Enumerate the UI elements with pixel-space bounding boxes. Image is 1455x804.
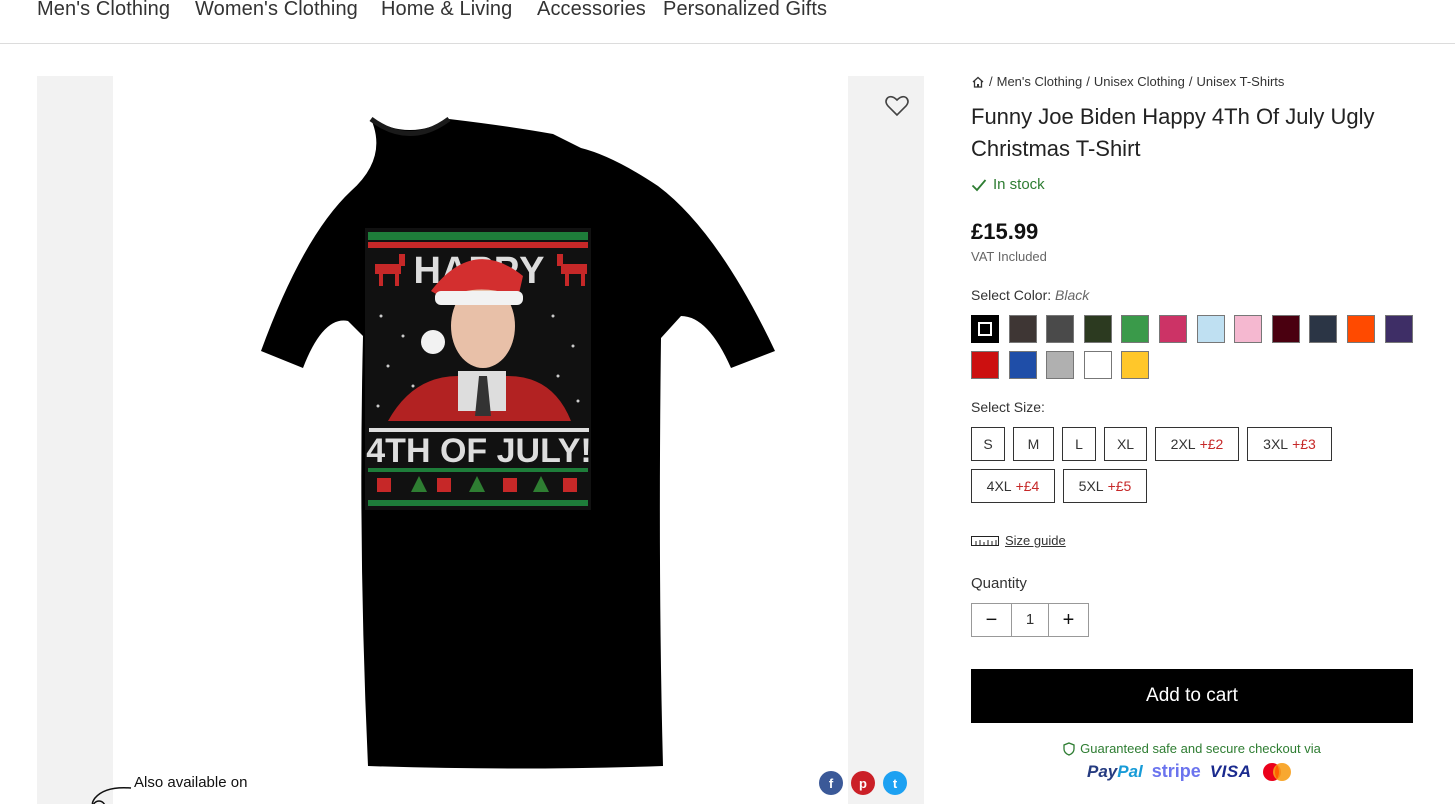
size-button-label: 5XL (1078, 478, 1104, 494)
curved-arrow-icon (91, 786, 132, 804)
color-label-text: Select Color: (971, 287, 1052, 303)
size-surcharge: +£2 (1199, 436, 1224, 452)
size-button-5xl[interactable]: 5XL +£5 (1063, 469, 1147, 503)
color-swatch[interactable] (971, 351, 999, 379)
payment-logos: PayPal stripe VISA (1087, 761, 1293, 782)
color-label: Select Color: Black (971, 287, 1089, 303)
plus-icon[interactable]: + (1049, 604, 1088, 636)
top-navigation: Men's Clothing Women's Clothing Home & L… (0, 0, 1455, 44)
color-swatch[interactable] (1271, 315, 1300, 343)
size-surcharge: +£3 (1292, 436, 1316, 452)
size-button-label: 2XL (1170, 436, 1196, 452)
print-july-text: 4TH OF JULY! (366, 432, 591, 470)
size-button-m[interactable]: M (1013, 427, 1054, 461)
color-swatch[interactable] (1121, 315, 1150, 343)
color-swatch[interactable] (1159, 315, 1187, 343)
color-swatch[interactable] (1347, 315, 1375, 343)
size-button-label: 3XL (1263, 436, 1289, 452)
product-image[interactable]: HAPPY 4TH OF JULY! (113, 76, 848, 804)
stock-status: In stock (971, 176, 1045, 193)
size-button-xl[interactable]: XL (1104, 427, 1147, 461)
color-swatch[interactable] (1121, 351, 1150, 379)
size-surcharge: +£4 (1015, 478, 1040, 494)
size-guide-link[interactable]: Size guide (971, 533, 1066, 548)
paypal-logo: PayPal (1087, 761, 1143, 781)
size-button-label: M (1027, 436, 1040, 452)
color-swatch[interactable] (1196, 315, 1225, 343)
shield-icon (1063, 741, 1075, 756)
twitter-icon[interactable]: t (883, 771, 907, 795)
home-icon[interactable] (971, 75, 985, 89)
color-swatch[interactable] (971, 315, 999, 343)
product-gallery: HAPPY 4TH OF JULY! (37, 76, 924, 804)
quantity-stepper: − + (971, 603, 1089, 637)
size-label: Select Size: (971, 399, 1045, 415)
color-swatch[interactable] (1046, 315, 1075, 343)
nav-personalized-gifts[interactable]: Personalized Gifts (663, 0, 827, 21)
color-swatch[interactable] (1046, 351, 1075, 379)
size-button-s[interactable]: S (971, 427, 1005, 461)
quantity-input[interactable] (1011, 604, 1049, 636)
mastercard-logo (1262, 762, 1291, 781)
facebook-icon[interactable]: f (819, 771, 843, 795)
size-button-label: S (983, 436, 993, 452)
tshirt-illustration: HAPPY 4TH OF JULY! (261, 116, 775, 769)
size-button-label: 4XL (986, 478, 1012, 494)
breadcrumb-link-mens-clothing[interactable]: Men's Clothing (997, 74, 1083, 89)
nav-accessories[interactable]: Accessories (537, 0, 646, 21)
size-guide-text[interactable]: Size guide (1005, 533, 1066, 548)
check-icon (971, 178, 987, 191)
product-price: £15.99 (971, 219, 1039, 244)
stock-text: In stock (993, 176, 1045, 193)
also-available-text: Also available on (134, 774, 248, 791)
secure-checkout-note: Guaranteed safe and secure checkout via (971, 741, 1413, 756)
nav-mens-clothing[interactable]: Men's Clothing (37, 0, 170, 21)
minus-icon[interactable]: − (972, 604, 1011, 636)
breadcrumb: / Men's Clothing / Unisex Clothing / Uni… (971, 74, 1284, 89)
color-swatch[interactable] (1008, 315, 1037, 343)
color-swatch[interactable] (1083, 315, 1112, 343)
breadcrumb-link-unisex-clothing[interactable]: Unisex Clothing (1094, 74, 1185, 89)
secure-checkout-text: Guaranteed safe and secure checkout via (1080, 741, 1321, 756)
add-to-cart-button[interactable]: Add to cart (971, 669, 1413, 723)
color-swatch[interactable] (1309, 315, 1338, 343)
size-button-l[interactable]: L (1062, 427, 1096, 461)
breadcrumb-link-unisex-tshirts[interactable]: Unisex T-Shirts (1197, 74, 1285, 89)
selected-color-name: Black (1055, 287, 1090, 303)
product-title: Funny Joe Biden Happy 4Th Of July Ugly C… (971, 104, 1375, 161)
size-button-4xl[interactable]: 4XL +£4 (971, 469, 1055, 503)
pinterest-icon[interactable]: p (851, 771, 875, 795)
size-button-2xl[interactable]: 2XL +£2 (1155, 427, 1239, 461)
quantity-label: Quantity (971, 575, 1027, 592)
nav-home-living[interactable]: Home & Living (381, 0, 512, 21)
ruler-icon (971, 535, 999, 546)
color-swatch[interactable] (1008, 351, 1037, 379)
stripe-logo: stripe (1151, 761, 1201, 781)
heart-icon[interactable] (885, 95, 909, 117)
size-button-label: XL (1116, 436, 1135, 452)
color-swatch[interactable] (1384, 315, 1413, 343)
nav-womens-clothing[interactable]: Women's Clothing (195, 0, 358, 21)
size-button-label: L (1075, 436, 1083, 452)
vat-note: VAT Included (971, 249, 1047, 264)
visa-logo: VISA (1209, 761, 1252, 781)
size-surcharge: +£5 (1107, 478, 1132, 494)
color-swatch[interactable] (1083, 351, 1112, 379)
size-button-3xl[interactable]: 3XL +£3 (1247, 427, 1332, 461)
color-swatch[interactable] (1234, 315, 1263, 343)
